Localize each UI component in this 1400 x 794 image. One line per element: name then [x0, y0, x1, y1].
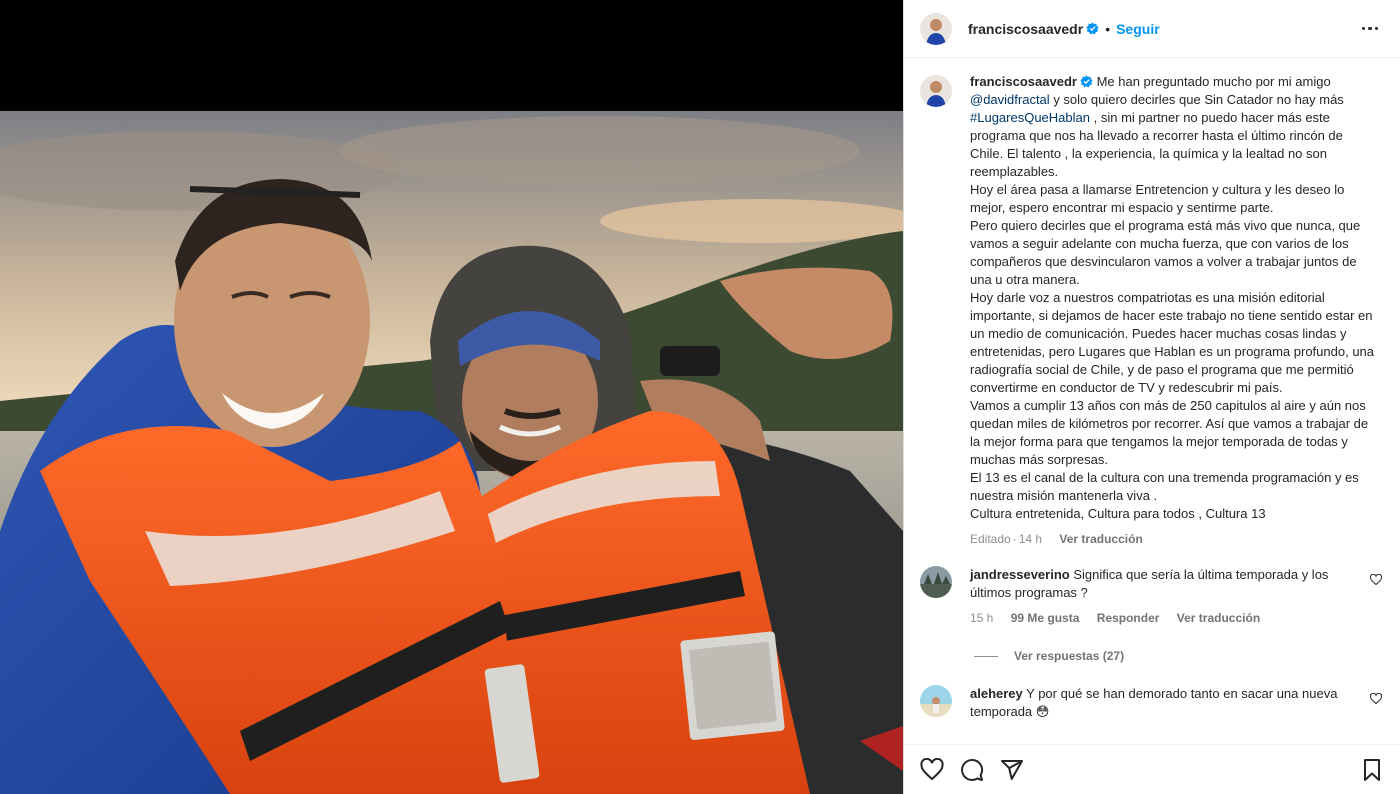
verified-badge-icon: [1086, 22, 1099, 35]
bookmark-icon[interactable]: [1360, 758, 1384, 782]
post-caption: franciscosaavedr Me han preguntado mucho…: [920, 73, 1384, 548]
comment-text: Y por qué se han demorado tanto en sacar…: [970, 686, 1338, 719]
author-avatar[interactable]: [920, 12, 952, 45]
caption-paragraph: El 13 es el canal de la cultura con una …: [970, 470, 1359, 503]
comment-item: jandresseverino Significa que sería la ú…: [920, 566, 1384, 627]
post-side-panel: franciscosaavedr • Seguir franciscosaave…: [903, 0, 1400, 794]
post-header: franciscosaavedr • Seguir: [904, 0, 1400, 58]
comment-like-icon[interactable]: [1370, 574, 1382, 586]
reply-button[interactable]: Responder: [1097, 611, 1160, 625]
follow-button[interactable]: Seguir: [1116, 21, 1160, 37]
edited-label: Editado · 14 h: [970, 532, 1043, 546]
comment-username[interactable]: jandresseverino: [970, 567, 1070, 582]
caption-paragraph: Pero quiero decirles que el programa est…: [970, 218, 1361, 287]
translate-link[interactable]: Ver traducción: [1059, 532, 1142, 546]
mention-link[interactable]: @davidfractal: [970, 92, 1050, 107]
comment-icon[interactable]: [960, 758, 984, 782]
view-replies-label[interactable]: Ver respuestas (27): [1014, 649, 1124, 663]
more-options-icon[interactable]: [1356, 21, 1385, 37]
commenter-avatar[interactable]: [920, 566, 952, 598]
hashtag-link[interactable]: #LugaresQueHablan: [970, 110, 1090, 125]
comment-body: aleherey Y por qué se han demorado tanto…: [970, 685, 1355, 721]
emoji-flushed: 😳: [1035, 704, 1050, 719]
caption-author-avatar[interactable]: [920, 75, 952, 107]
caption-username[interactable]: franciscosaavedr: [970, 74, 1077, 89]
caption-paragraph: Hoy darle voz a nuestros compatriotas es…: [970, 290, 1375, 395]
comment-item: aleherey Y por qué se han demorado tanto…: [920, 685, 1384, 721]
post-photo[interactable]: [0, 111, 903, 794]
comments-scroll-area[interactable]: franciscosaavedr Me han preguntado mucho…: [904, 59, 1400, 744]
caption-paragraph: Cultura entretenida, Cultura para todos …: [970, 506, 1266, 521]
post-photo-image: [0, 111, 903, 794]
view-replies-button[interactable]: Ver respuestas (27): [974, 649, 1384, 663]
translate-link[interactable]: Ver traducción: [1177, 611, 1260, 625]
caption-part-2: y solo quiero decirles que Sin Catador n…: [1053, 92, 1344, 107]
heart-icon[interactable]: [920, 757, 944, 782]
comment-meta: 15 h 99 Me gusta Responder Ver traducció…: [970, 609, 1355, 627]
post-actions-bar: [904, 744, 1400, 794]
author-username[interactable]: franciscosaavedr: [968, 21, 1083, 37]
commenter-avatar[interactable]: [920, 685, 952, 717]
caption-meta: Editado · 14 h Ver traducción: [970, 530, 1375, 548]
comment-username[interactable]: aleherey: [970, 686, 1023, 701]
comment-like-icon[interactable]: [1370, 693, 1382, 705]
comment-time: 15 h: [970, 611, 994, 625]
comment-likes[interactable]: 99 Me gusta: [1011, 611, 1080, 625]
instagram-post-modal: franciscosaavedr • Seguir franciscosaave…: [0, 0, 1400, 794]
caption-text: franciscosaavedr Me han preguntado mucho…: [970, 73, 1375, 548]
post-media: [0, 0, 903, 794]
share-icon[interactable]: [1000, 758, 1024, 782]
replies-divider: [974, 655, 998, 657]
caption-paragraph: Vamos a cumplir 13 años con más de 250 c…: [970, 398, 1369, 467]
verified-badge-icon: [1080, 75, 1093, 88]
caption-part-1: Me han preguntado mucho por mi amigo: [1096, 74, 1331, 89]
separator-dot: •: [1105, 20, 1111, 37]
caption-paragraph: Hoy el área pasa a llamarse Entretencion…: [970, 182, 1345, 215]
comment-body: jandresseverino Significa que sería la ú…: [970, 566, 1355, 627]
